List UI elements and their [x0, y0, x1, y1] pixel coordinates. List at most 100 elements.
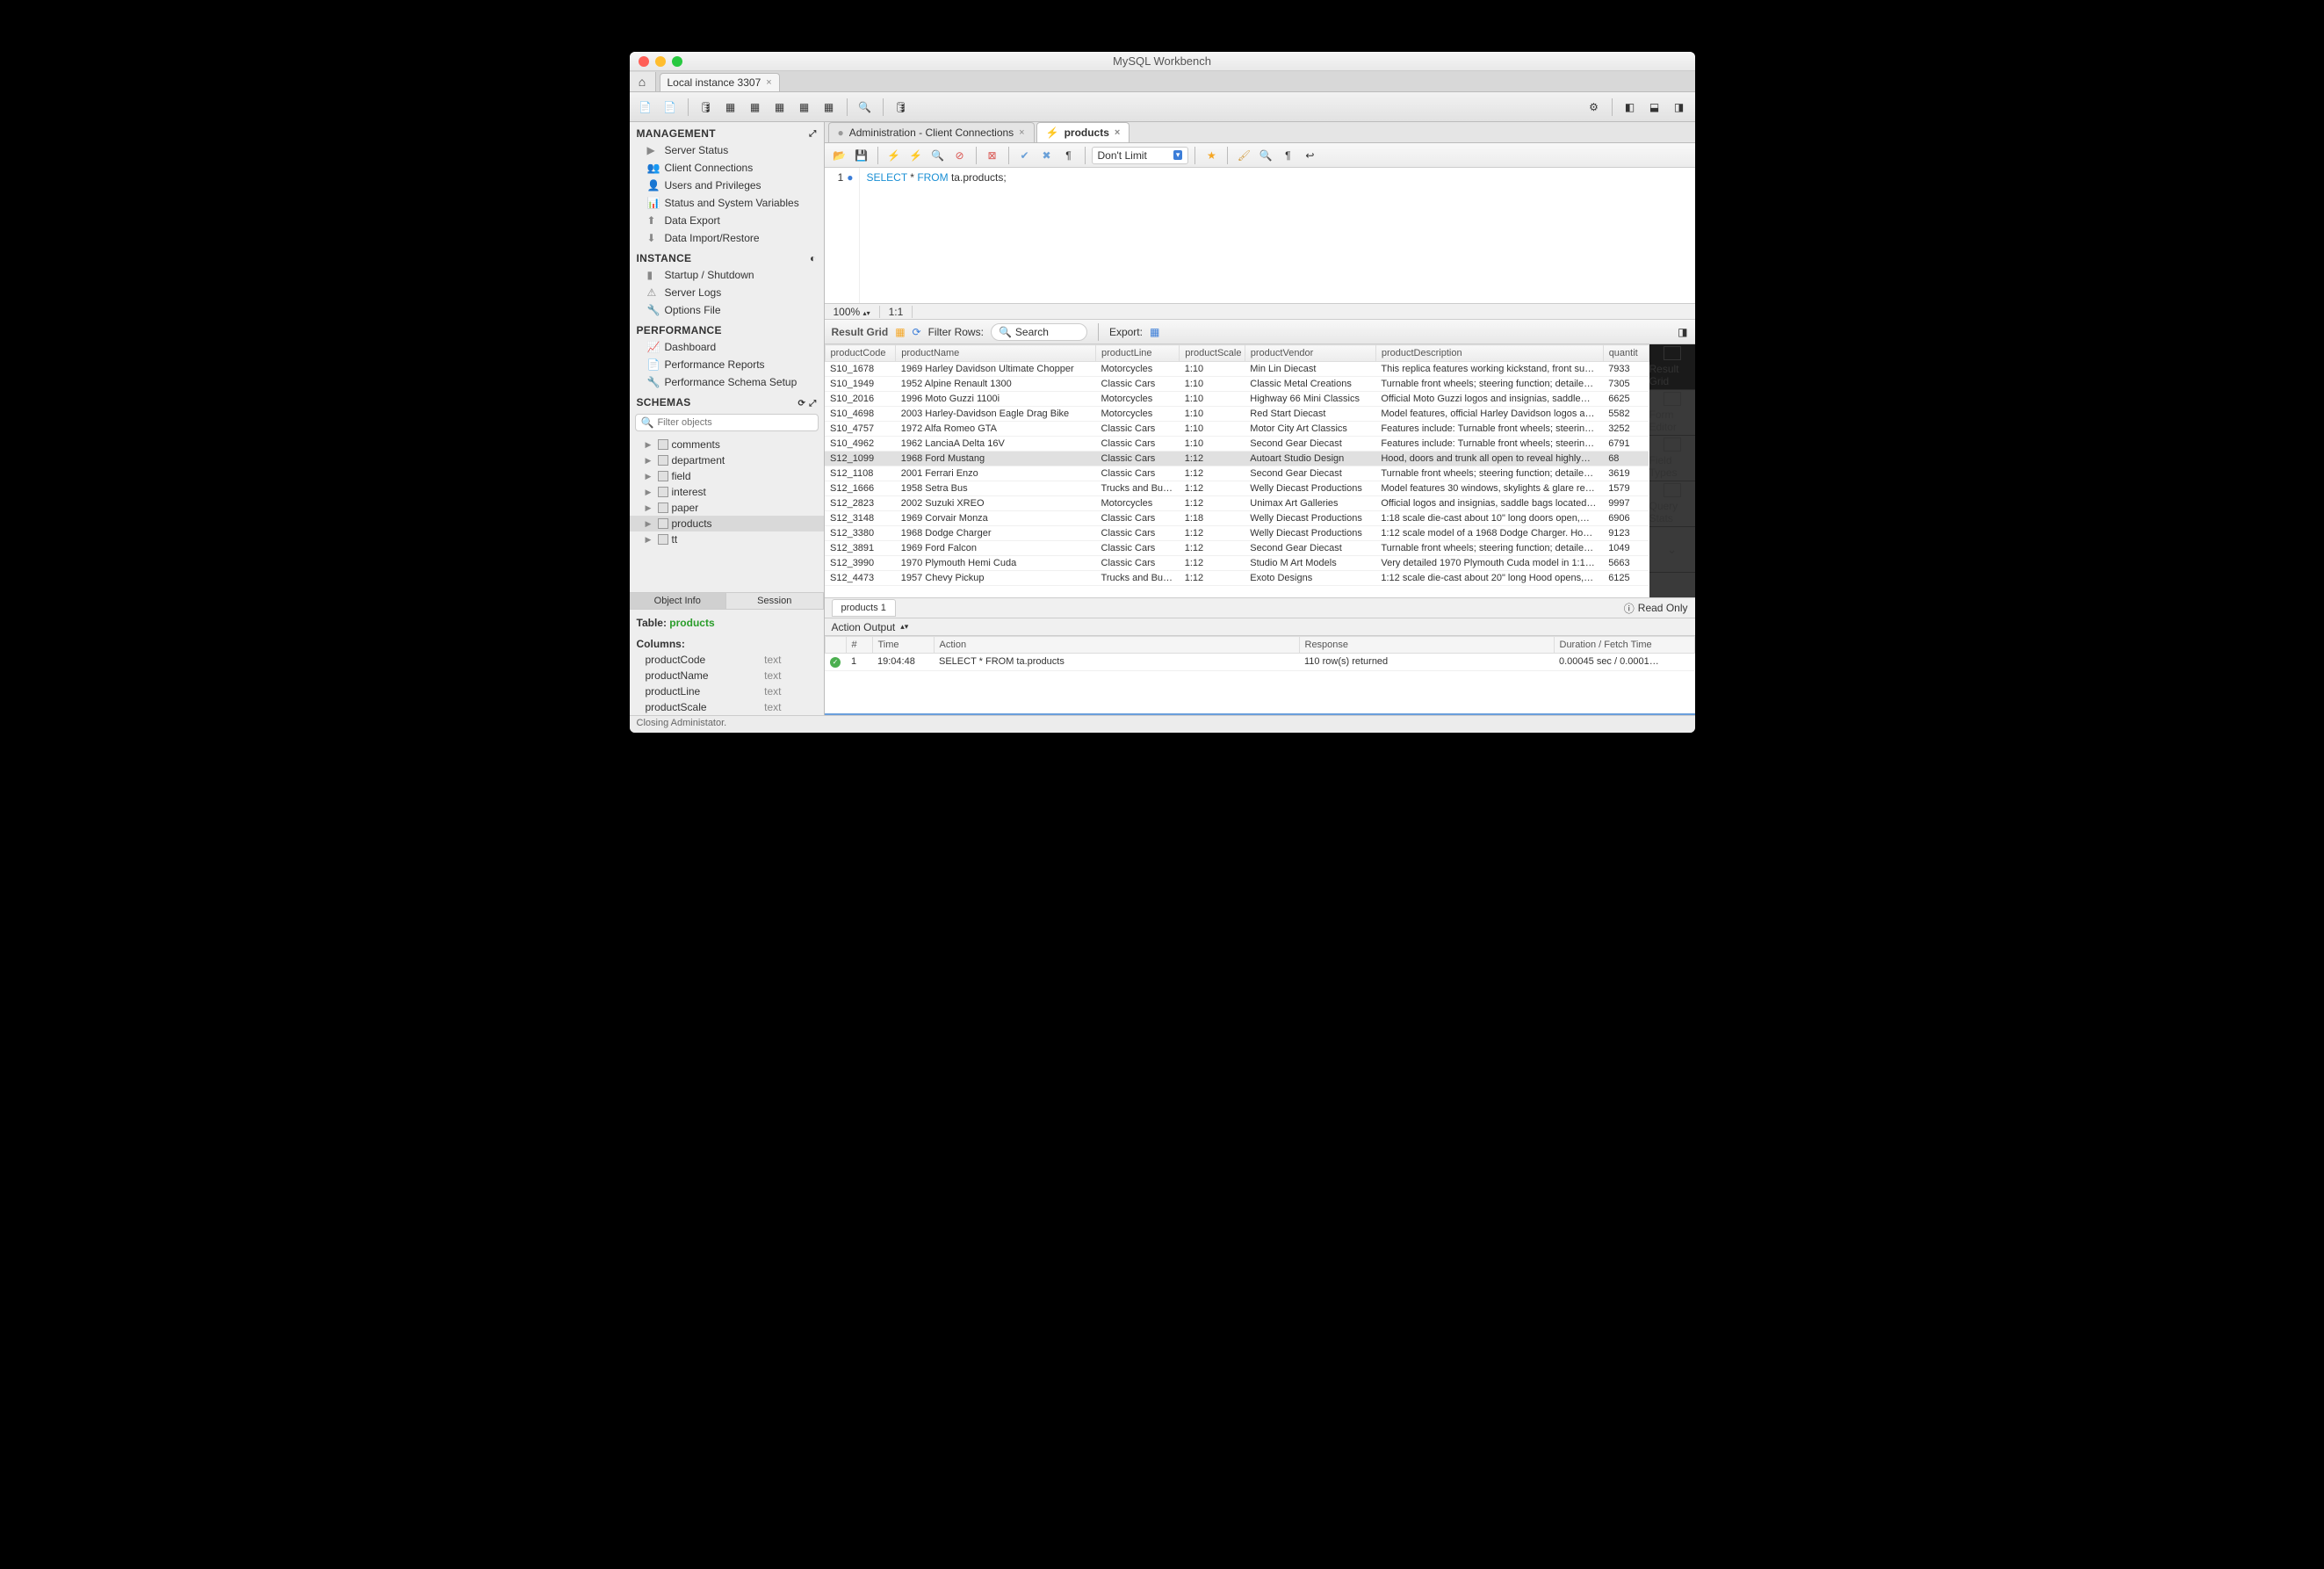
instance-item[interactable]: ▮Startup / Shutdown	[630, 266, 824, 284]
instance-item[interactable]: 🔧Options File	[630, 301, 824, 319]
table-cell[interactable]: Welly Diecast Productions	[1245, 526, 1375, 541]
management-item[interactable]: 👥Client Connections	[630, 159, 824, 177]
schema-table-item[interactable]: ▶department	[630, 452, 824, 468]
schema-table-item[interactable]: ▶paper	[630, 500, 824, 516]
table-cell[interactable]: 6625	[1603, 392, 1649, 407]
table-cell[interactable]: Exoto Designs	[1245, 571, 1375, 586]
toggle-output-button[interactable]: ⬓	[1644, 97, 1665, 118]
table-cell[interactable]: Classic Cars	[1096, 422, 1180, 437]
table-cell[interactable]: 1:12	[1180, 452, 1245, 466]
table-cell[interactable]: S10_4698	[825, 407, 896, 422]
new-sql-tab-button[interactable]: 📄	[635, 97, 656, 118]
table-cell[interactable]: 3619	[1603, 466, 1649, 481]
table-cell[interactable]: Classic Cars	[1096, 452, 1180, 466]
sql-editor[interactable]: 1● SELECT * FROM ta.products;	[825, 168, 1695, 304]
reconnect-button[interactable]: 🛢	[891, 97, 912, 118]
toggle-sidebar-button[interactable]: ◧	[1620, 97, 1641, 118]
open-sql-button[interactable]: 📄	[660, 97, 681, 118]
schema-table-item[interactable]: ▶interest	[630, 484, 824, 500]
table-cell[interactable]: 6906	[1603, 511, 1649, 526]
schema-filter[interactable]: 🔍	[635, 414, 819, 431]
column-header[interactable]: productVendor	[1245, 345, 1375, 362]
invisible-chars-button[interactable]: ¶	[1278, 146, 1297, 165]
table-cell[interactable]: Motorcycles	[1096, 362, 1180, 377]
stop-button[interactable]: ⊘	[950, 146, 970, 165]
table-cell[interactable]: 6125	[1603, 571, 1649, 586]
table-cell[interactable]: 1:12	[1180, 571, 1245, 586]
close-icon[interactable]: ×	[1115, 127, 1120, 138]
create-schema-button[interactable]: ▦	[720, 97, 741, 118]
table-cell[interactable]: Highway 66 Mini Classics	[1245, 392, 1375, 407]
schema-table-item[interactable]: ▶comments	[630, 437, 824, 452]
table-cell[interactable]: 1:10	[1180, 437, 1245, 452]
table-cell[interactable]: Classic Cars	[1096, 377, 1180, 392]
disclosure-triangle-icon[interactable]: ▶	[646, 535, 654, 545]
table-row[interactable]: S10_16781969 Harley Davidson Ultimate Ch…	[825, 362, 1649, 377]
table-cell[interactable]: 1:18	[1180, 511, 1245, 526]
table-cell[interactable]: Model features, official Harley Davidson…	[1375, 407, 1603, 422]
table-cell[interactable]: Second Gear Diecast	[1245, 541, 1375, 556]
schema-table-item[interactable]: ▶products	[630, 516, 824, 531]
table-cell[interactable]: Classic Metal Creations	[1245, 377, 1375, 392]
table-row[interactable]: S10_47571972 Alfa Romeo GTAClassic Cars1…	[825, 422, 1649, 437]
side-tab-result-grid[interactable]: Result Grid	[1649, 344, 1695, 390]
refresh-icon[interactable]: ⟳	[798, 399, 806, 409]
create-table-button[interactable]: ▦	[745, 97, 766, 118]
table-cell[interactable]: 1:12	[1180, 556, 1245, 571]
table-row[interactable]: S12_10991968 Ford MustangClassic Cars1:1…	[825, 452, 1649, 466]
tab-administration[interactable]: ● Administration - Client Connections ×	[828, 122, 1035, 142]
table-cell[interactable]: Motorcycles	[1096, 392, 1180, 407]
table-cell[interactable]: S10_4962	[825, 437, 896, 452]
table-cell[interactable]: 1962 LanciaA Delta 16V	[896, 437, 1096, 452]
table-cell[interactable]: 1958 Setra Bus	[896, 481, 1096, 496]
table-row[interactable]: S12_44731957 Chevy PickupTrucks and Buse…	[825, 571, 1649, 586]
table-cell[interactable]: Red Start Diecast	[1245, 407, 1375, 422]
table-cell[interactable]: Features include: Turnable front wheels;…	[1375, 437, 1603, 452]
column-header[interactable]: quantit	[1603, 345, 1649, 362]
export-button[interactable]: ▦	[1150, 326, 1159, 338]
table-cell[interactable]: 1968 Dodge Charger	[896, 526, 1096, 541]
column-header[interactable]: productName	[896, 345, 1096, 362]
table-cell[interactable]: 1:10	[1180, 392, 1245, 407]
table-cell[interactable]: 1969 Corvair Monza	[896, 511, 1096, 526]
inspector-button[interactable]: 🛢	[696, 97, 717, 118]
table-cell[interactable]: 2003 Harley-Davidson Eagle Drag Bike	[896, 407, 1096, 422]
table-cell[interactable]: S10_1678	[825, 362, 896, 377]
wrap-button[interactable]: ↩	[1300, 146, 1319, 165]
table-cell[interactable]: S12_2823	[825, 496, 896, 511]
table-cell[interactable]: Min Lin Diecast	[1245, 362, 1375, 377]
table-cell[interactable]: 1969 Ford Falcon	[896, 541, 1096, 556]
disclosure-triangle-icon[interactable]: ▶	[646, 503, 654, 513]
management-item[interactable]: 👤Users and Privileges	[630, 177, 824, 194]
tab-products[interactable]: ⚡ products ×	[1036, 122, 1130, 142]
table-cell[interactable]: Trucks and Buses	[1096, 481, 1180, 496]
table-row[interactable]: S12_39901970 Plymouth Hemi CudaClassic C…	[825, 556, 1649, 571]
table-row[interactable]: S10_19491952 Alpine Renault 1300Classic …	[825, 377, 1649, 392]
chevron-down-icon[interactable]: ▴▾	[900, 622, 908, 632]
table-cell[interactable]: 1952 Alpine Renault 1300	[896, 377, 1096, 392]
table-cell[interactable]: Classic Cars	[1096, 511, 1180, 526]
table-cell[interactable]: Official Moto Guzzi logos and insignias,…	[1375, 392, 1603, 407]
table-cell[interactable]: Motorcycles	[1096, 496, 1180, 511]
table-cell[interactable]: Classic Cars	[1096, 541, 1180, 556]
management-item[interactable]: ▶Server Status	[630, 141, 824, 159]
search-table-button[interactable]: 🔍	[855, 97, 876, 118]
toggle-secondary-button[interactable]: ◨	[1669, 97, 1690, 118]
beautify-button[interactable]: ★	[1202, 146, 1221, 165]
table-cell[interactable]: 5663	[1603, 556, 1649, 571]
home-tab[interactable]: ⌂	[630, 72, 656, 91]
table-cell[interactable]: 5582	[1603, 407, 1649, 422]
expand-icon[interactable]: ⤢	[809, 399, 816, 409]
settings-button[interactable]: ⚙	[1584, 97, 1605, 118]
table-cell[interactable]: 1:12 scale die-cast about 20" long Hood …	[1375, 571, 1603, 586]
table-cell[interactable]: 6791	[1603, 437, 1649, 452]
table-row[interactable]: S12_16661958 Setra BusTrucks and Buses1:…	[825, 481, 1649, 496]
explain-button[interactable]: 🔍	[928, 146, 948, 165]
side-tab-query-stats[interactable]: Query Stats	[1649, 481, 1695, 527]
table-row[interactable]: S12_31481969 Corvair MonzaClassic Cars1:…	[825, 511, 1649, 526]
table-cell[interactable]: Autoart Studio Design	[1245, 452, 1375, 466]
table-cell[interactable]: 1:12	[1180, 526, 1245, 541]
instance-item[interactable]: ⚠Server Logs	[630, 284, 824, 301]
table-cell[interactable]: 1:10	[1180, 362, 1245, 377]
rollback-button[interactable]: ✖	[1037, 146, 1057, 165]
